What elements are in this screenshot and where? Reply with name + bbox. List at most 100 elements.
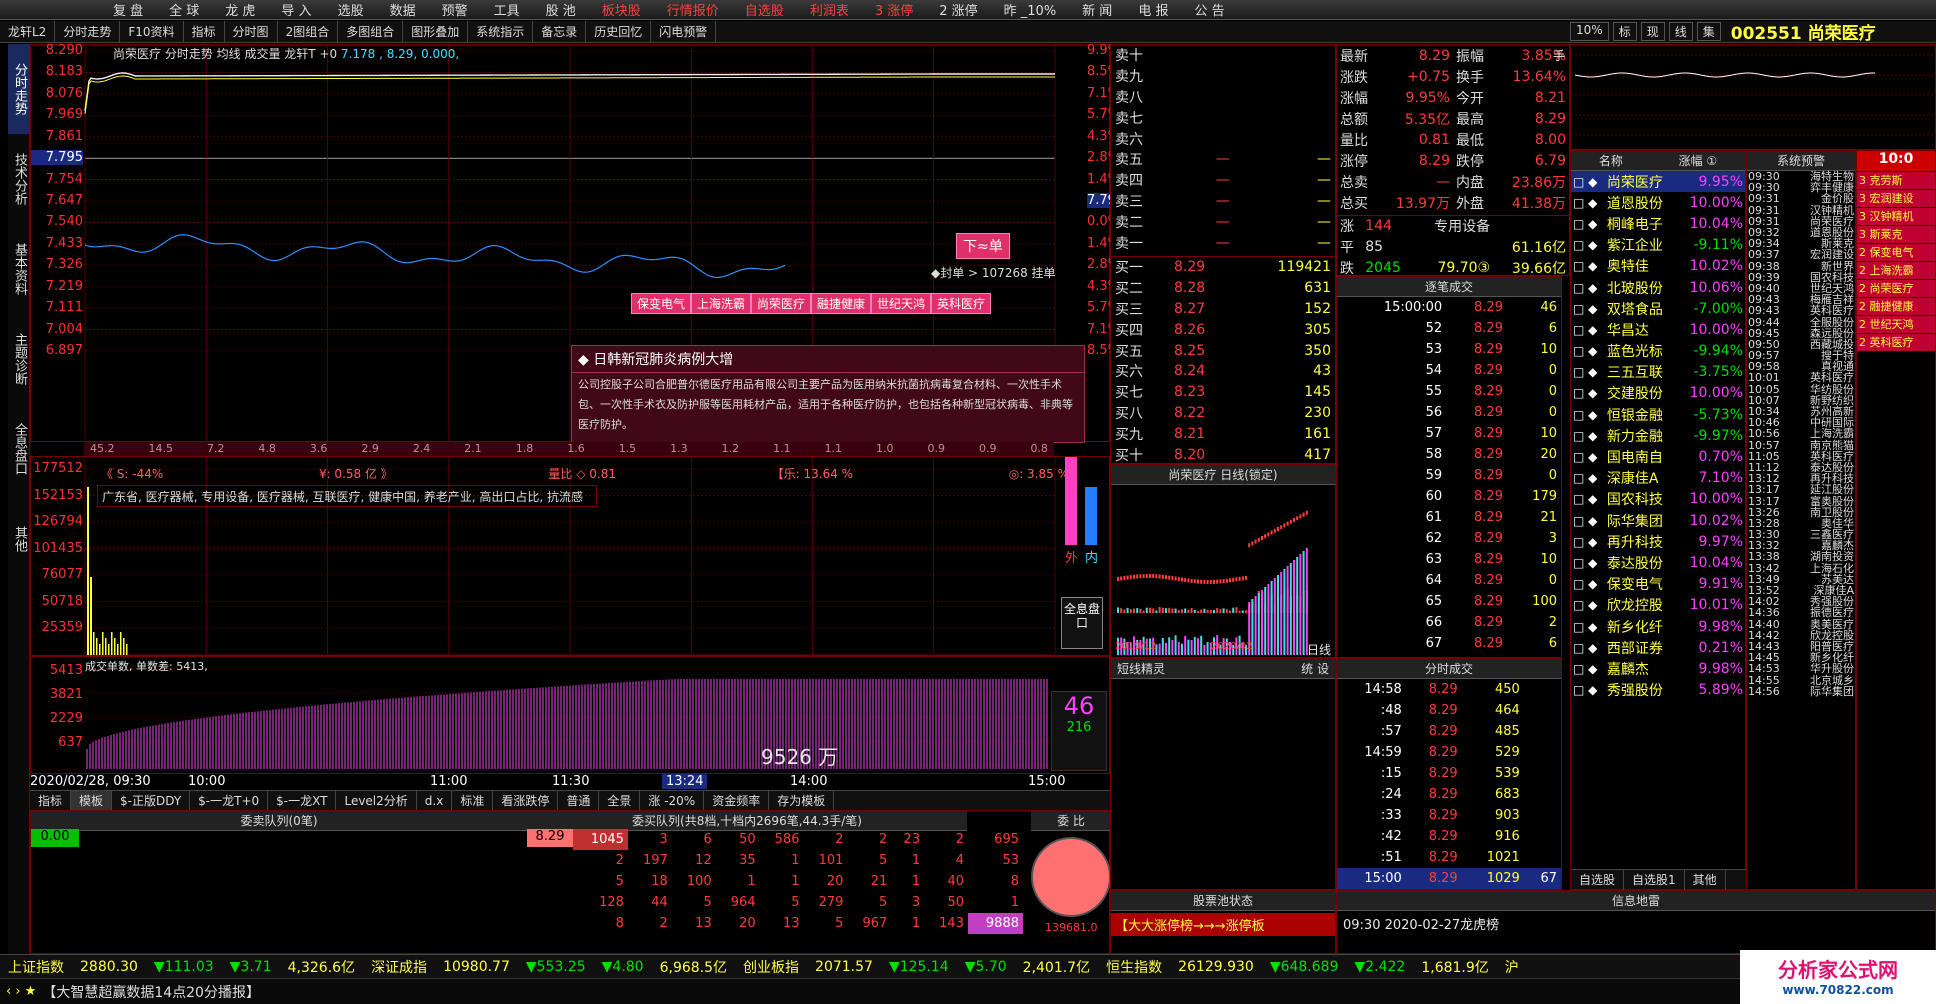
index-name[interactable]: 上证指数 (0, 957, 72, 977)
watch-row[interactable]: □ ◆ 双塔食品 -7.00% (1571, 298, 1745, 319)
watch-checkbox[interactable]: □ ◆ (1571, 531, 1605, 552)
watch-row[interactable]: □ ◆ 紫江企业 -9.11% (1571, 235, 1745, 256)
watch-row[interactable]: □ ◆ 嘉麟杰 9.98% (1571, 658, 1745, 679)
menu-item[interactable]: 自选股 (732, 0, 797, 19)
side-tab[interactable]: 分时走势 (8, 44, 31, 134)
news-popup[interactable]: ◆ 日韩新冠肺炎病例大增 公司控股子公司合肥普尔德医疗用品有限公司主要产品为医用… (571, 345, 1085, 443)
sell-level[interactable]: 卖二 — — (1111, 211, 1335, 232)
toolbar-item[interactable]: 系统指示 (468, 21, 533, 43)
sell-level[interactable]: 卖一 — — (1111, 232, 1335, 253)
watch-row[interactable]: □ ◆ 再升科技 9.97% (1571, 531, 1745, 552)
concept-tag[interactable]: 世纪天鸿 (871, 293, 931, 314)
menu-item[interactable]: 利润表 (797, 0, 862, 19)
alert-row[interactable]: 09:31 金价股 (1747, 193, 1855, 204)
watch-checkbox[interactable]: □ ◆ (1571, 616, 1605, 637)
alert-row[interactable]: 13:17 富奥股份 (1747, 495, 1855, 506)
bottom-tab[interactable]: 模板 (71, 791, 112, 811)
side-tab[interactable]: 其他 (8, 494, 31, 584)
limitup-item[interactable]: 2 英科医疗 (1857, 334, 1935, 351)
title-button[interactable]: 集 (1697, 22, 1721, 41)
watch-checkbox[interactable]: □ ◆ (1571, 637, 1605, 658)
buy-level[interactable]: 买六 8.24 43 (1111, 361, 1335, 382)
watch-checkbox[interactable]: □ ◆ (1571, 574, 1605, 595)
sell-level[interactable]: 卖四 — — (1111, 170, 1335, 191)
watch-checkbox[interactable]: □ ◆ (1571, 425, 1605, 446)
alert-row[interactable]: 14:36 振德医疗 (1747, 607, 1855, 618)
watch-row[interactable]: □ ◆ 蓝色光标 -9.94% (1571, 341, 1745, 362)
menu-item[interactable]: 股 池 (533, 0, 589, 19)
menu-item[interactable]: 3 涨停 (862, 0, 926, 19)
watch-tab[interactable]: 自选股1 (1624, 870, 1685, 890)
buy-level[interactable]: 买三 8.27 152 (1111, 299, 1335, 320)
watch-checkbox[interactable]: □ ◆ (1571, 298, 1605, 319)
watch-row[interactable]: □ ◆ 深康佳A 7.10% (1571, 468, 1745, 489)
limitup-item[interactable]: 2 尚荣医疗 (1857, 280, 1935, 297)
buy-level[interactable]: 买一 8.29 119421 (1111, 257, 1335, 278)
watch-checkbox[interactable]: □ ◆ (1571, 468, 1605, 489)
alert-row[interactable]: 13:17 延江股份 (1747, 484, 1855, 495)
alert-row[interactable]: 09:38 新世界 (1747, 261, 1855, 272)
buy-level[interactable]: 买十 8.20 417 (1111, 444, 1335, 465)
alert-row[interactable]: 14:40 奥美医疗 (1747, 619, 1855, 630)
toolbar-item[interactable]: 分时图 (225, 21, 278, 43)
menu-item[interactable]: 复 盘 (100, 0, 156, 19)
watch-checkbox[interactable]: □ ◆ (1571, 256, 1605, 277)
buy-sell-tag[interactable]: 下≈单 (956, 233, 1010, 259)
side-tab[interactable]: 全息盘口 (8, 404, 31, 494)
alert-row[interactable]: 09:44 全服股份 (1747, 316, 1855, 327)
watch-row[interactable]: □ ◆ 交建股份 10.00% (1571, 383, 1745, 404)
bottom-tab[interactable]: 存为模板 (769, 791, 834, 811)
watch-tab[interactable]: 自选股 (1571, 870, 1624, 890)
menu-item[interactable]: 预警 (429, 0, 481, 19)
alert-row[interactable]: 09:43 英科医疗 (1747, 305, 1855, 316)
watch-checkbox[interactable]: □ ◆ (1571, 446, 1605, 467)
concept-tag[interactable]: 上海洗霸 (691, 293, 751, 314)
alert-row[interactable]: 10:57 南京熊猫 (1747, 440, 1855, 451)
index-name[interactable]: 创业板指 (735, 957, 807, 977)
limitup-item[interactable]: 3 汉钟精机 (1857, 208, 1935, 225)
watch-col-change[interactable]: 涨幅 ① (1679, 151, 1718, 170)
bottom-tab[interactable]: d.x (417, 791, 453, 811)
toolbar-item[interactable]: 分时走势 (55, 21, 120, 43)
concept-tag[interactable]: 融捷健康 (811, 293, 871, 314)
nav-icons[interactable]: ‹ › ★ (0, 984, 42, 999)
alert-row[interactable]: 14:56 际华集团 (1747, 686, 1855, 697)
menu-item[interactable]: 龙 虎 (212, 0, 268, 19)
watch-checkbox[interactable]: □ ◆ (1571, 552, 1605, 573)
bottom-tab[interactable]: 资金频率 (704, 791, 769, 811)
watch-checkbox[interactable]: □ ◆ (1571, 658, 1605, 679)
watch-row[interactable]: □ ◆ 奥特佳 10.02% (1571, 256, 1745, 277)
side-tab[interactable]: 主题诊断 (8, 314, 31, 404)
watch-row[interactable]: □ ◆ 西部证券 0.21% (1571, 637, 1745, 658)
alert-row[interactable]: 14:55 北京城乡 (1747, 674, 1855, 685)
watch-row[interactable]: □ ◆ 欣龙控股 10.01% (1571, 595, 1745, 616)
watch-row[interactable]: □ ◆ 新乡化纤 9.98% (1571, 616, 1745, 637)
limitup-item[interactable]: 2 保变电气 (1857, 244, 1935, 261)
watch-checkbox[interactable]: □ ◆ (1571, 595, 1605, 616)
bottom-tab[interactable]: 标准 (452, 791, 493, 811)
bottom-tab[interactable]: $-正版DDY (112, 791, 190, 811)
watch-checkbox[interactable]: □ ◆ (1571, 680, 1605, 701)
menu-item[interactable]: 全 球 (156, 0, 212, 19)
watch-checkbox[interactable]: □ ◆ (1571, 192, 1605, 213)
menu-item[interactable]: 行情报价 (654, 0, 732, 19)
watch-checkbox[interactable]: □ ◆ (1571, 277, 1605, 298)
limitup-item[interactable]: 2 上海洗霸 (1857, 262, 1935, 279)
alert-row[interactable]: 14:53 华升股份 (1747, 663, 1855, 674)
menu-item[interactable]: 选股 (325, 0, 377, 19)
watch-row[interactable]: □ ◆ 秀强股份 5.89% (1571, 680, 1745, 701)
watch-tab[interactable]: 其他 (1685, 870, 1726, 890)
sell-level[interactable]: 卖十 (1111, 45, 1335, 66)
bottom-tab[interactable]: $-一龙XT (268, 791, 336, 811)
watch-row[interactable]: □ ◆ 恒银金融 -5.73% (1571, 404, 1745, 425)
watch-checkbox[interactable]: □ ◆ (1571, 213, 1605, 234)
watch-row[interactable]: □ ◆ 尚荣医疗 9.95% (1571, 171, 1745, 192)
watch-checkbox[interactable]: □ ◆ (1571, 341, 1605, 362)
menu-item[interactable]: 公 告 (1181, 0, 1237, 19)
toolbar-item[interactable]: 龙轩L2 (0, 21, 55, 43)
title-button[interactable]: 10% (1570, 22, 1609, 41)
concept-tag[interactable]: 英科医疗 (931, 293, 991, 314)
alert-row[interactable]: 10:01 英科医疗 (1747, 372, 1855, 383)
side-tab[interactable]: 技术分析 (8, 134, 31, 224)
buy-level[interactable]: 买七 8.23 145 (1111, 382, 1335, 403)
